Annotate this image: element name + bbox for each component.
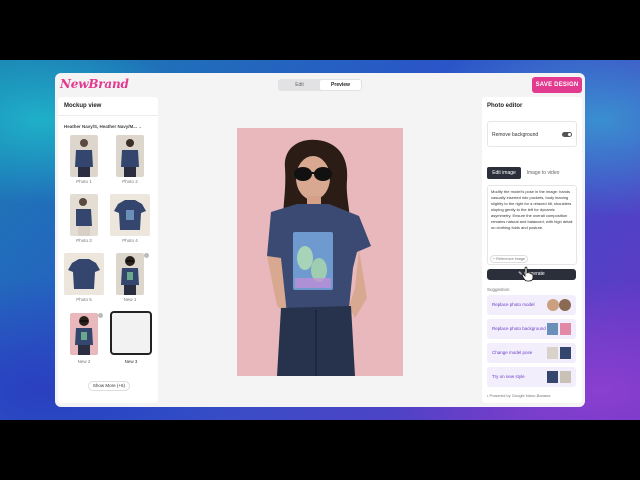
photo-editor-title: Photo editor (487, 103, 523, 109)
mockup-thumb-new-3[interactable] (110, 311, 152, 355)
chevron-down-icon: ⌄ (138, 124, 143, 129)
thumb-label: Photo 1 (76, 179, 92, 184)
pose-change-icon (547, 347, 571, 359)
suggestion-replace-background[interactable]: Replace photo background (487, 319, 576, 339)
mockup-thumb-photo-3[interactable] (70, 194, 98, 236)
top-bar: NewBrand Edit Preview SAVE DESIGN (55, 73, 585, 97)
remove-thumb-icon[interactable] (98, 313, 103, 318)
model-pink-bg-image (75, 316, 93, 355)
remove-background-toggle[interactable] (562, 132, 572, 137)
mode-switch: Edit Preview (278, 79, 362, 91)
variant-label: Heather Navy/S, Heather Navy/M... (64, 124, 138, 129)
thumb-label: Photo 5 (76, 297, 92, 302)
hand-cursor-icon (522, 266, 534, 282)
mockup-thumb-new-2[interactable] (70, 313, 98, 355)
mockup-thumb-new-1[interactable] (116, 253, 144, 295)
remove-thumb-icon[interactable] (144, 253, 149, 258)
prompt-textarea[interactable]: Modify the model's pose in the image: ha… (487, 185, 577, 265)
thumb-label: New 3 (124, 359, 138, 364)
remove-background-label: Remove background (492, 132, 539, 138)
suggestion-label-text: Try on new style (492, 374, 525, 379)
model-preview-illustration (267, 139, 371, 376)
thumb-label: New 2 (77, 359, 91, 364)
mockup-panel-title: Mockup view (64, 103, 102, 109)
mockup-thumb-photo-1[interactable] (70, 135, 98, 177)
show-more-button[interactable]: Show More (+6) (88, 381, 130, 391)
suggestion-label: Suggestion (487, 287, 510, 292)
powered-by-text: • Powered by Google Nano-Banana (487, 393, 550, 398)
editor-tabs: Edit image Image to video (487, 167, 577, 179)
bullet-icon: • (487, 393, 489, 398)
reference-image-button[interactable]: + Reference image (490, 255, 528, 263)
suggestion-new-style[interactable]: Try on new style (487, 367, 576, 387)
tab-image-to-video[interactable]: Image to video (523, 167, 563, 179)
model-back-image (121, 139, 139, 177)
letterbox-bottom (0, 420, 640, 480)
thumb-label: New 1 (123, 297, 137, 302)
brand-logo[interactable]: NewBrand (60, 77, 129, 91)
photo-editor-panel: Photo editor Remove background Edit imag… (482, 97, 582, 403)
divider (58, 115, 158, 116)
suggestion-label-text: Replace photo background (492, 326, 546, 331)
remove-background-card: Remove background (487, 121, 577, 147)
background-swap-icon (547, 323, 571, 335)
tab-preview[interactable]: Preview (320, 80, 361, 90)
powered-by-label: Powered by Google Nano-Banana (489, 393, 551, 398)
flat-shirt-image (114, 200, 146, 230)
avatar-swap-icon (547, 299, 571, 311)
mockup-thumb-photo-2[interactable] (116, 135, 144, 177)
tab-edit[interactable]: Edit (279, 80, 320, 90)
save-design-button[interactable]: SAVE DESIGN (532, 77, 582, 93)
thumb-label: Photo 3 (76, 238, 92, 243)
app-window: NewBrand Edit Preview SAVE DESIGN Mockup… (55, 73, 585, 407)
mockup-thumb-photo-4[interactable] (110, 194, 150, 236)
suggestion-replace-model[interactable]: Replace photo model (487, 295, 576, 315)
preview-image (237, 128, 403, 376)
tab-edit-image[interactable]: Edit image (487, 167, 521, 179)
variant-select[interactable]: Heather Navy/S, Heather Navy/M... ⌄ (64, 124, 142, 130)
style-tryon-icon (547, 371, 571, 383)
letterbox-top (0, 0, 640, 60)
thumb-label: Photo 2 (122, 179, 138, 184)
model-front-image (75, 139, 93, 177)
flat-shirt-back-image (68, 259, 100, 289)
model-side-image (76, 198, 92, 236)
thumb-label: Photo 4 (122, 238, 138, 243)
suggestion-change-pose[interactable]: Change model pose (487, 343, 576, 363)
suggestion-label-text: Replace photo model (492, 302, 535, 307)
model-sunglasses-image (121, 256, 139, 295)
prompt-text: Modify the model's pose in the image: ha… (491, 189, 573, 230)
suggestion-label-text: Change model pose (492, 350, 533, 355)
mockup-panel: Mockup view Heather Navy/S, Heather Navy… (58, 97, 158, 403)
mockup-thumb-photo-5[interactable] (64, 253, 104, 295)
